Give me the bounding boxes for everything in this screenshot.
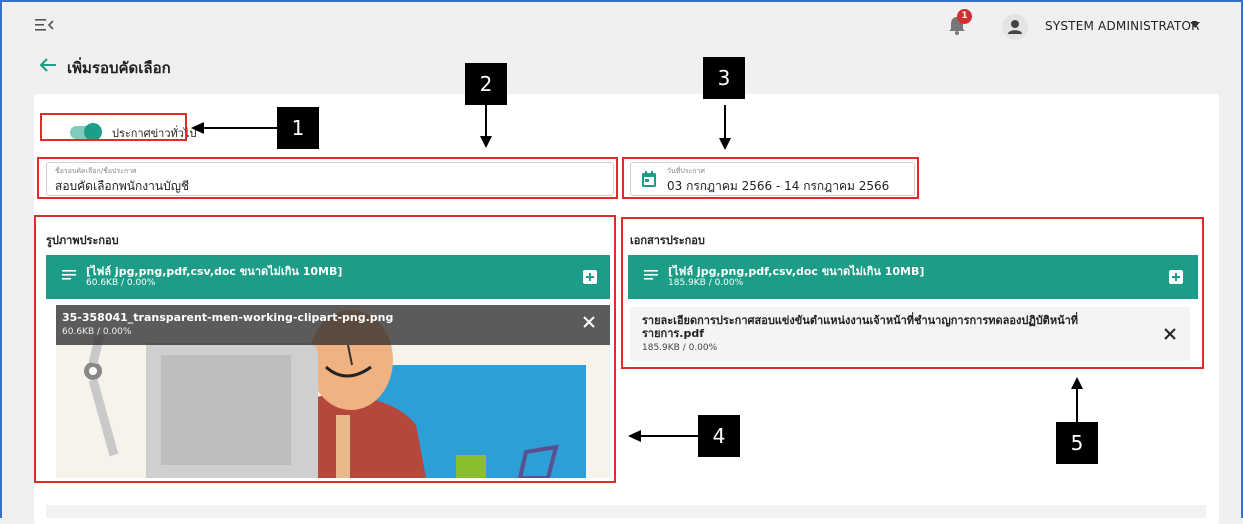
annotation-label-5: 5 [1056,422,1098,464]
annotation-label-1: 1 [277,107,319,149]
annotation-label-2: 2 [465,63,507,105]
annotation-label-3: 3 [703,57,745,99]
annotation-label-4: 4 [698,415,740,457]
